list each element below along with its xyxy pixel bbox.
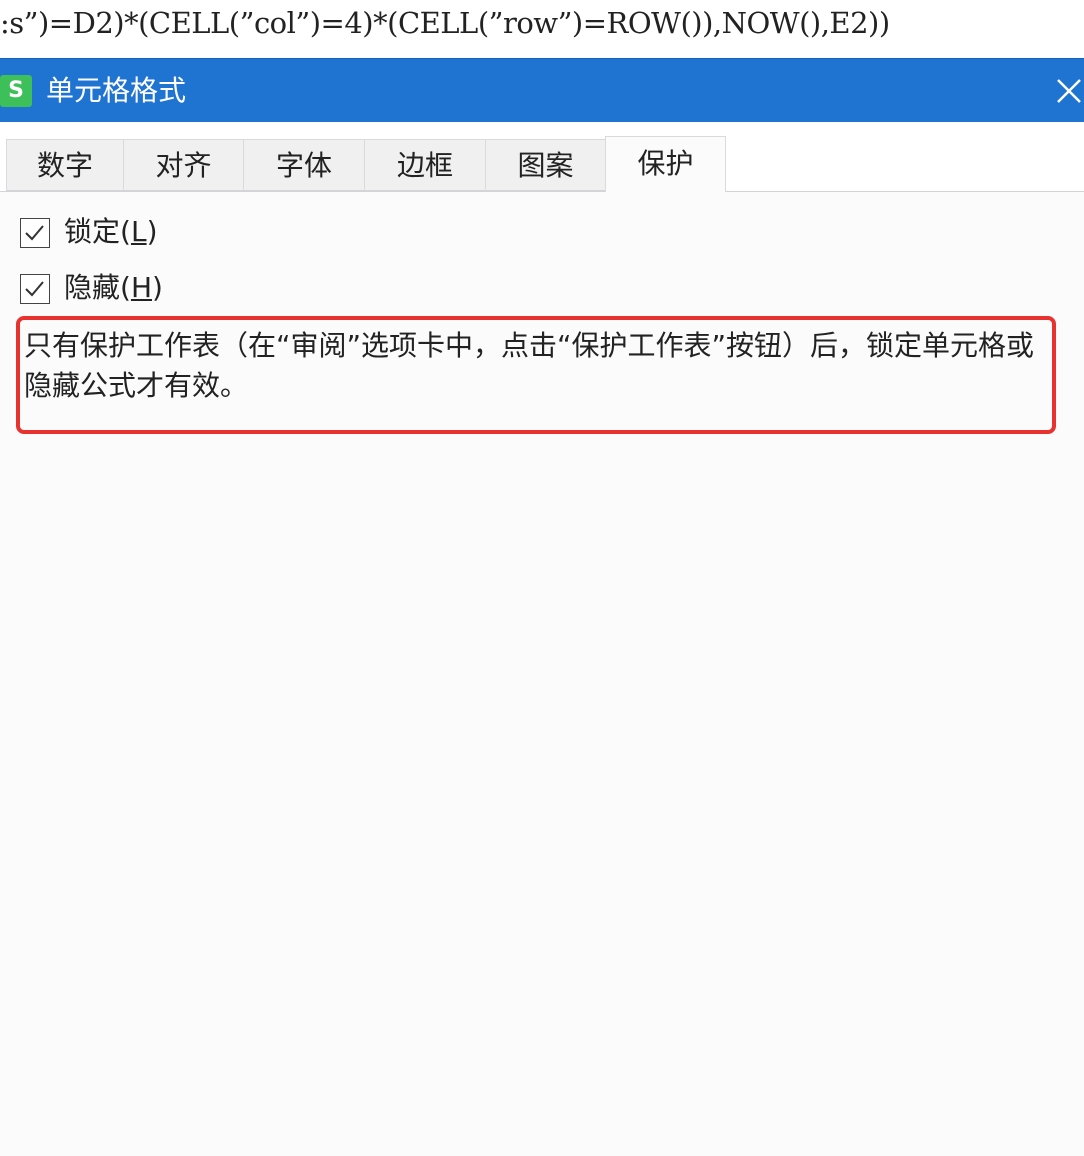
checkmark-icon — [25, 225, 44, 241]
checkmark-icon — [25, 281, 44, 297]
close-icon — [1057, 79, 1081, 103]
locked-label[interactable]: 锁定(L) — [64, 214, 158, 250]
formula-content: s”)=D2)*(CELL(”col”)=4)*(CELL(”row”)=ROW… — [9, 6, 890, 40]
close-button[interactable] — [1050, 73, 1084, 109]
formula-prefix: : — [0, 6, 10, 40]
tab-pattern[interactable]: 图案 — [485, 139, 606, 191]
formula-bar[interactable]: :s”)=D2)*(CELL(”col”)=4)*(CELL(”row”)=RO… — [0, 0, 1084, 58]
highlight-annotation: 只有保护工作表（在“审阅”选项卡中，点击“保护工作表”按钮）后，锁定单元格或隐藏… — [16, 316, 1056, 434]
tab-bar: 数字 对齐 字体 边框 图案 保护 — [0, 122, 1084, 192]
dialog-titlebar: S 单元格格式 — [0, 58, 1084, 123]
locked-checkbox[interactable] — [20, 218, 50, 248]
hidden-label[interactable]: 隐藏(H) — [64, 270, 163, 306]
formula-text[interactable]: :s”)=D2)*(CELL(”col”)=4)*(CELL(”row”)=RO… — [0, 6, 890, 40]
tab-protection[interactable]: 保护 — [605, 136, 726, 192]
tab-alignment[interactable]: 对齐 — [123, 139, 244, 191]
protection-note: 只有保护工作表（在“审阅”选项卡中，点击“保护工作表”按钮）后，锁定单元格或隐藏… — [24, 329, 1035, 402]
wps-spreadsheet-icon: S — [0, 75, 32, 107]
dialog-title: 单元格格式 — [46, 74, 187, 107]
hidden-checkbox[interactable] — [20, 274, 50, 304]
tab-border[interactable]: 边框 — [364, 139, 486, 191]
protection-panel: 锁定(L) 隐藏(H) 只有保护工作表（在“审阅”选项卡中，点击“保护工作表”按… — [0, 192, 1084, 1156]
tab-number[interactable]: 数字 — [6, 139, 124, 191]
tab-font[interactable]: 字体 — [243, 139, 365, 191]
